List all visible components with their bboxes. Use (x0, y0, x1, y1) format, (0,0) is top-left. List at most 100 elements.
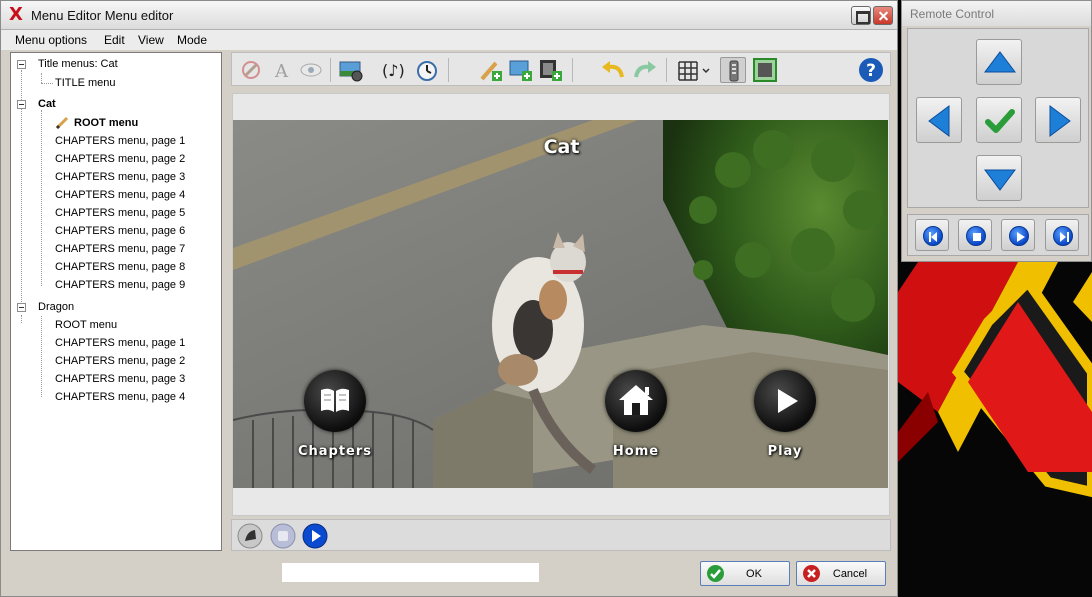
tree-item-title-menus[interactable]: Title menus: Cat (38, 56, 118, 72)
play-icon (1009, 226, 1029, 246)
cancel-label: Cancel (832, 568, 868, 580)
play-preview-button[interactable] (302, 523, 328, 549)
menu-editor-window: X Menu Editor Menu editor Menu options E… (0, 0, 898, 597)
svg-text:(♪): (♪) (382, 61, 405, 80)
background-settings-icon[interactable] (338, 57, 364, 83)
stop-icon (270, 523, 296, 549)
down-button[interactable] (976, 155, 1022, 201)
play-label: Play (767, 444, 803, 459)
select-button[interactable] (976, 97, 1022, 143)
eye-icon[interactable] (298, 57, 324, 83)
menu-tree: Title menus: Cat TITLE menu Cat ROOT men… (10, 52, 222, 551)
remote-direction-pad (907, 28, 1089, 208)
help-icon[interactable]: ? (858, 57, 884, 83)
tree-item[interactable]: CHAPTERS menu, page 8 (55, 259, 185, 275)
tree-item[interactable]: CHAPTERS menu, page 4 (55, 389, 185, 405)
tree-item[interactable]: CHAPTERS menu, page 7 (55, 241, 185, 257)
menu-bar: Menu options Edit View Mode (1, 30, 897, 50)
tree-item[interactable]: CHAPTERS menu, page 5 (55, 205, 185, 221)
arrow-down-icon (984, 169, 1016, 191)
checkmark-icon (985, 109, 1015, 133)
remote-control-window: Remote Control (901, 0, 1092, 262)
ok-button[interactable]: OK (700, 561, 790, 586)
menu-title-text[interactable]: Cat (233, 136, 888, 158)
tree-item[interactable]: CHAPTERS menu, page 9 (55, 277, 185, 293)
play-circle-icon (302, 523, 328, 549)
window-title: Menu Editor Menu editor (31, 8, 174, 23)
tree-group-dragon[interactable]: Dragon (38, 299, 74, 315)
play-button[interactable] (1001, 219, 1035, 251)
tree-item-title-menu[interactable]: TITLE menu (55, 75, 116, 91)
tree-item-label: ROOT menu (74, 117, 139, 129)
desktop-wallpaper (898, 262, 1092, 597)
timer-icon[interactable] (414, 57, 440, 83)
up-button[interactable] (976, 39, 1022, 85)
chapters-label: Chapters (297, 444, 373, 459)
previous-button[interactable] (915, 219, 949, 251)
toolbar-separator (572, 58, 573, 82)
tree-item[interactable]: CHAPTERS menu, page 6 (55, 223, 185, 239)
right-button[interactable] (1035, 97, 1081, 143)
menu-mode[interactable]: Mode (177, 33, 207, 47)
redo-icon[interactable] (632, 57, 658, 83)
collapse-title-menus[interactable] (17, 60, 26, 69)
next-button[interactable] (1045, 219, 1079, 251)
stop-button[interactable] (958, 219, 992, 251)
tree-item[interactable]: CHAPTERS menu, page 2 (55, 151, 185, 167)
toolbar-separator (330, 58, 331, 82)
tree-item[interactable]: CHAPTERS menu, page 1 (55, 335, 185, 351)
menu-menu-options[interactable]: Menu options (15, 33, 87, 47)
add-button-icon[interactable] (478, 57, 504, 83)
toolbar-separator (448, 58, 449, 82)
pencil-icon (55, 116, 69, 130)
text-icon[interactable]: A (268, 57, 294, 83)
tree-guide (41, 73, 42, 83)
tree-guide (41, 110, 42, 286)
eraser-icon[interactable] (238, 57, 264, 83)
collapse-dragon[interactable] (17, 303, 26, 312)
home-icon (619, 385, 653, 415)
tree-item[interactable]: CHAPTERS menu, page 3 (55, 169, 185, 185)
playback-bar (231, 519, 891, 551)
tree-guide (21, 315, 22, 323)
play-menu-button[interactable] (754, 370, 816, 432)
safe-area-icon[interactable] (752, 57, 778, 83)
collapse-cat[interactable] (17, 100, 26, 109)
add-video-icon[interactable] (538, 57, 564, 83)
tree-item[interactable]: CHAPTERS menu, page 3 (55, 371, 185, 387)
skip-back-icon (923, 226, 943, 246)
chapters-menu-button[interactable] (304, 370, 366, 432)
remote-icon[interactable] (720, 57, 746, 83)
svg-text:?: ? (866, 61, 876, 81)
skip-forward-icon (1053, 226, 1073, 246)
tree-item[interactable]: CHAPTERS menu, page 1 (55, 133, 185, 149)
stop-playback-button[interactable] (270, 523, 296, 549)
ok-label: OK (746, 568, 762, 580)
menu-preview-canvas[interactable]: Cat Chapters Home Play (233, 120, 888, 488)
cancel-button[interactable]: Cancel (796, 561, 886, 586)
volume-icon[interactable] (237, 523, 263, 549)
menu-view[interactable]: View (138, 33, 164, 47)
tree-item[interactable]: ROOT menu (55, 317, 117, 333)
status-field (282, 563, 539, 582)
close-button[interactable] (873, 6, 893, 25)
tree-guide (41, 83, 53, 84)
tree-item[interactable]: CHAPTERS menu, page 4 (55, 187, 185, 203)
arrow-up-icon (984, 51, 1016, 73)
maximize-button[interactable] (851, 6, 871, 25)
left-button[interactable] (916, 97, 962, 143)
tree-group-cat[interactable]: Cat (38, 96, 56, 112)
svg-text:A: A (274, 61, 289, 82)
undo-icon[interactable] (600, 57, 626, 83)
menu-edit[interactable]: Edit (104, 33, 125, 47)
audio-icon[interactable]: (♪) (382, 57, 408, 83)
remote-title: Remote Control (902, 1, 1091, 26)
home-menu-button[interactable] (605, 370, 667, 432)
tree-item[interactable]: CHAPTERS menu, page 2 (55, 353, 185, 369)
remote-transport-controls (907, 214, 1089, 256)
arrow-left-icon (928, 105, 950, 137)
add-image-icon[interactable] (508, 57, 534, 83)
stop-icon (966, 226, 986, 246)
background-photo (233, 120, 888, 488)
grid-icon[interactable] (676, 57, 716, 83)
